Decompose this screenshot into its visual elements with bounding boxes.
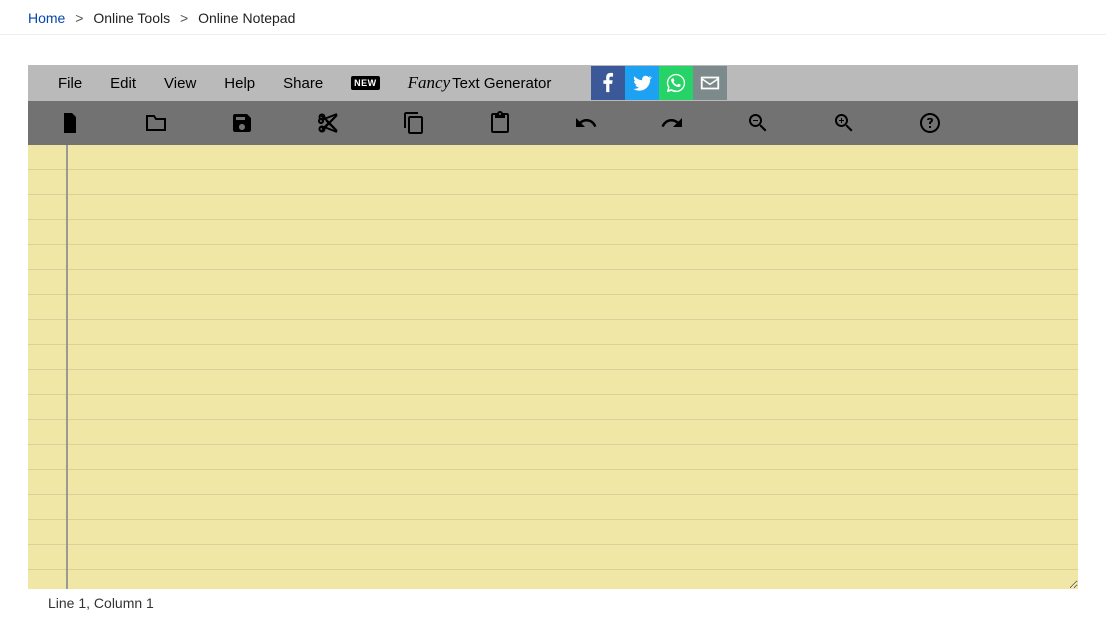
help-button[interactable] [916,111,944,135]
save-icon [230,111,254,135]
twitter-icon [631,72,653,94]
breadcrumb-separator: > [180,10,188,26]
paste-icon [488,111,512,135]
new-file-button[interactable] [56,111,84,135]
save-button[interactable] [228,111,256,135]
menu-edit[interactable]: Edit [110,75,136,92]
zoom-in-icon [832,111,856,135]
breadcrumb-home[interactable]: Home [28,10,65,26]
copy-icon [402,111,426,135]
new-badge: NEW [351,76,380,90]
fancy-rest: Text Generator [452,75,551,92]
share-whatsapp[interactable] [659,66,693,100]
facebook-icon [597,72,619,94]
zoom-out-icon [746,111,770,135]
menu-file[interactable]: File [58,75,82,92]
fancy-word: Fancy [408,73,450,93]
breadcrumb-current: Online Notepad [198,10,295,26]
share-email[interactable] [693,66,727,100]
email-icon [699,72,721,94]
share-facebook[interactable] [591,66,625,100]
zoom-out-button[interactable] [744,111,772,135]
paste-button[interactable] [486,111,514,135]
breadcrumb-separator: > [75,10,83,26]
menubar: File Edit View Help Share NEW Fancy Text… [28,65,1078,101]
share-twitter[interactable] [625,66,659,100]
redo-button[interactable] [658,111,686,135]
undo-button[interactable] [572,111,600,135]
menu-view[interactable]: View [164,75,196,92]
open-button[interactable] [142,111,170,135]
cut-icon [316,111,340,135]
notepad-textarea[interactable] [28,145,1078,589]
open-folder-icon [144,111,168,135]
menu-share[interactable]: Share [283,75,323,92]
social-share [591,66,727,100]
whatsapp-icon [665,72,687,94]
breadcrumb-tools[interactable]: Online Tools [93,10,170,26]
notepad-app: File Edit View Help Share NEW Fancy Text… [28,65,1078,617]
redo-icon [660,111,684,135]
cut-button[interactable] [314,111,342,135]
toolbar [28,101,1078,145]
zoom-in-button[interactable] [830,111,858,135]
help-icon [918,111,942,135]
copy-button[interactable] [400,111,428,135]
undo-icon [574,111,598,135]
breadcrumb: Home > Online Tools > Online Notepad [0,0,1106,35]
fancy-text-generator-link[interactable]: Fancy Text Generator [408,73,552,93]
status-bar: Line 1, Column 1 [28,589,1078,617]
menu-help[interactable]: Help [224,75,255,92]
editor-container [28,145,1078,589]
new-file-icon [58,111,82,135]
